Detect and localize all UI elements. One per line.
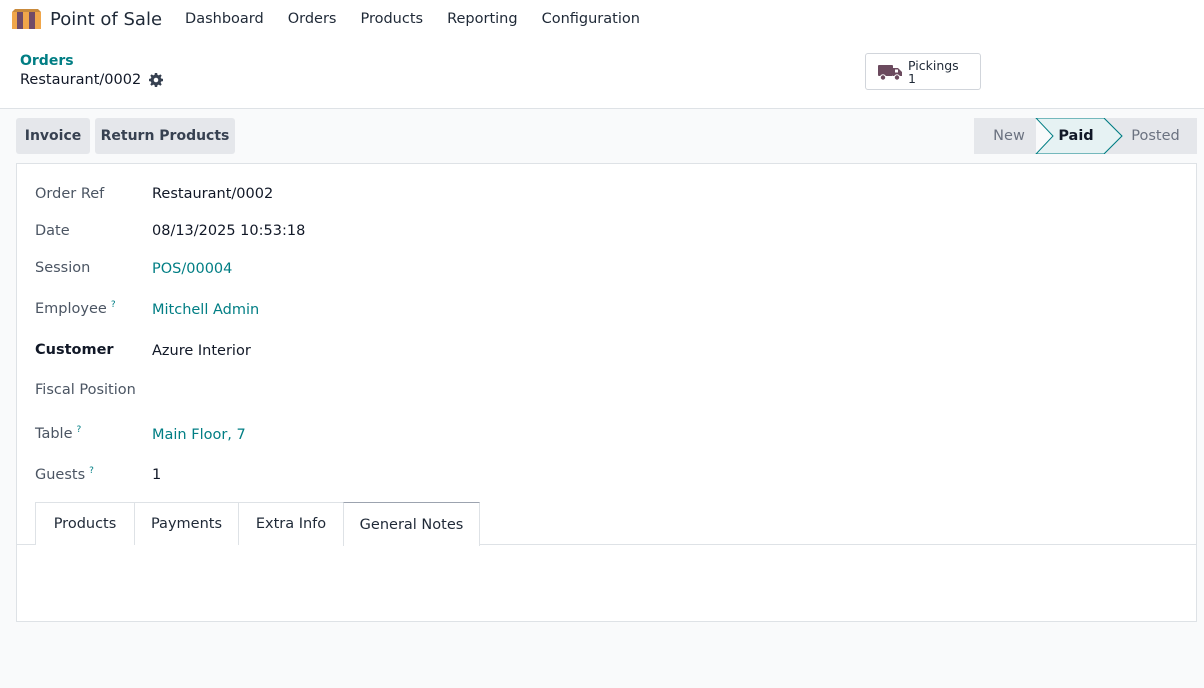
breadcrumb-current: Restaurant/0002 bbox=[20, 72, 164, 88]
table-link[interactable]: Main Floor, 7 bbox=[152, 427, 246, 443]
invoice-button[interactable]: Invoice bbox=[16, 118, 90, 154]
tab-payments[interactable]: Payments bbox=[134, 502, 239, 545]
breadcrumb-orders-link[interactable]: Orders bbox=[20, 53, 74, 69]
guests-label: Guests? bbox=[35, 466, 94, 483]
record-title: Restaurant/0002 bbox=[20, 72, 142, 88]
menu-reporting[interactable]: Reporting bbox=[435, 11, 530, 27]
menu-dashboard[interactable]: Dashboard bbox=[173, 11, 276, 27]
status-posted[interactable]: Posted bbox=[1114, 118, 1197, 154]
status-new[interactable]: New bbox=[974, 118, 1044, 154]
table-label-text: Table bbox=[35, 425, 73, 442]
guests-value: 1 bbox=[152, 467, 162, 483]
order-ref-label: Order Ref bbox=[35, 186, 105, 202]
tab-products[interactable]: Products bbox=[35, 502, 135, 545]
control-panel: Orders Restaurant/0002 Pickings 1 bbox=[0, 38, 1204, 109]
app-brand[interactable]: Point of Sale bbox=[12, 9, 162, 30]
fiscal-position-label: Fiscal Position bbox=[35, 382, 136, 398]
tab-general-notes[interactable]: General Notes bbox=[343, 502, 480, 546]
customer-label: Customer bbox=[35, 342, 114, 358]
pickings-count: 1 bbox=[908, 70, 916, 86]
smart-button-text: Pickings 1 bbox=[908, 59, 959, 85]
customer-value[interactable]: Azure Interior bbox=[152, 343, 251, 359]
menu-products[interactable]: Products bbox=[348, 11, 435, 27]
top-navbar: Point of Sale Dashboard Orders Products … bbox=[0, 0, 1204, 38]
employee-label: Employee? bbox=[35, 300, 116, 317]
pickings-smart-button[interactable]: Pickings 1 bbox=[865, 53, 981, 90]
menu-orders[interactable]: Orders bbox=[276, 11, 349, 27]
pickings-label: Pickings bbox=[908, 57, 959, 73]
table-label: Table? bbox=[35, 425, 81, 442]
main-menu: Dashboard Orders Products Reporting Conf… bbox=[173, 11, 652, 27]
guests-label-text: Guests bbox=[35, 466, 86, 483]
status-bar: New Paid Posted bbox=[974, 118, 1197, 154]
order-ref-value: Restaurant/0002 bbox=[152, 186, 274, 202]
guests-help-icon[interactable]: ? bbox=[89, 466, 94, 476]
app-title: Point of Sale bbox=[50, 8, 163, 30]
date-label: Date bbox=[35, 223, 70, 239]
truck-icon bbox=[878, 64, 902, 81]
date-value: 08/13/2025 10:53:18 bbox=[152, 223, 306, 239]
status-paid[interactable]: Paid bbox=[1036, 118, 1116, 154]
pos-logo-icon bbox=[12, 9, 41, 29]
session-label: Session bbox=[35, 260, 91, 276]
gear-icon[interactable] bbox=[149, 73, 164, 87]
employee-help-icon[interactable]: ? bbox=[111, 300, 116, 310]
return-products-button[interactable]: Return Products bbox=[95, 118, 235, 154]
session-link[interactable]: POS/00004 bbox=[152, 261, 232, 277]
menu-configuration[interactable]: Configuration bbox=[530, 11, 652, 27]
employee-label-text: Employee bbox=[35, 300, 107, 317]
tab-extra-info[interactable]: Extra Info bbox=[238, 502, 344, 545]
form-sheet: Order Ref Restaurant/0002 Date 08/13/202… bbox=[16, 163, 1197, 622]
table-help-icon[interactable]: ? bbox=[77, 425, 82, 435]
employee-link[interactable]: Mitchell Admin bbox=[152, 302, 259, 318]
